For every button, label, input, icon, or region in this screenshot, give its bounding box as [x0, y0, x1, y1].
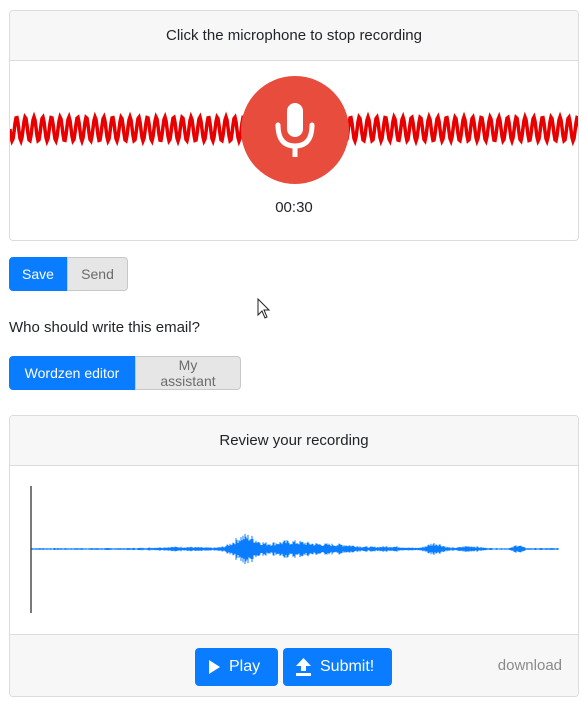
download-link[interactable]: download	[498, 657, 562, 674]
recorder-card: Click the microphone to stop recording 0…	[9, 10, 579, 241]
microphone-stop-button[interactable]	[241, 76, 349, 184]
writer-toggle: Wordzen editor My assistant	[9, 356, 241, 390]
writer-question: Who should write this email?	[9, 319, 200, 336]
recorder-prompt: Click the microphone to stop recording	[10, 11, 578, 61]
mouse-cursor-icon	[257, 298, 271, 319]
waveform-bars	[31, 533, 559, 565]
recording-waveform[interactable]	[10, 466, 579, 634]
writer-option-wordzen-editor[interactable]: Wordzen editor	[9, 356, 135, 390]
save-send-toggle: Save Send	[9, 257, 128, 291]
submit-label: Submit!	[320, 658, 375, 675]
submit-button[interactable]: Submit!	[283, 648, 392, 686]
play-label: Play	[229, 658, 261, 675]
send-button[interactable]: Send	[67, 257, 128, 291]
review-footer: Play Submit! download	[10, 634, 578, 696]
play-button[interactable]: Play	[195, 648, 278, 686]
save-button[interactable]: Save	[9, 257, 67, 291]
recording-timer: 00:30	[275, 199, 313, 216]
microphone-icon	[275, 103, 315, 157]
live-waveform-left	[10, 111, 248, 147]
play-icon	[209, 660, 220, 674]
recording-waveform-area[interactable]	[10, 466, 578, 634]
writer-option-my-assistant[interactable]: My assistant	[135, 356, 241, 390]
review-card: Review your recording Play Submit! downl…	[9, 415, 579, 697]
upload-icon	[296, 658, 311, 676]
live-waveform-right	[342, 111, 578, 147]
review-title: Review your recording	[10, 416, 578, 466]
